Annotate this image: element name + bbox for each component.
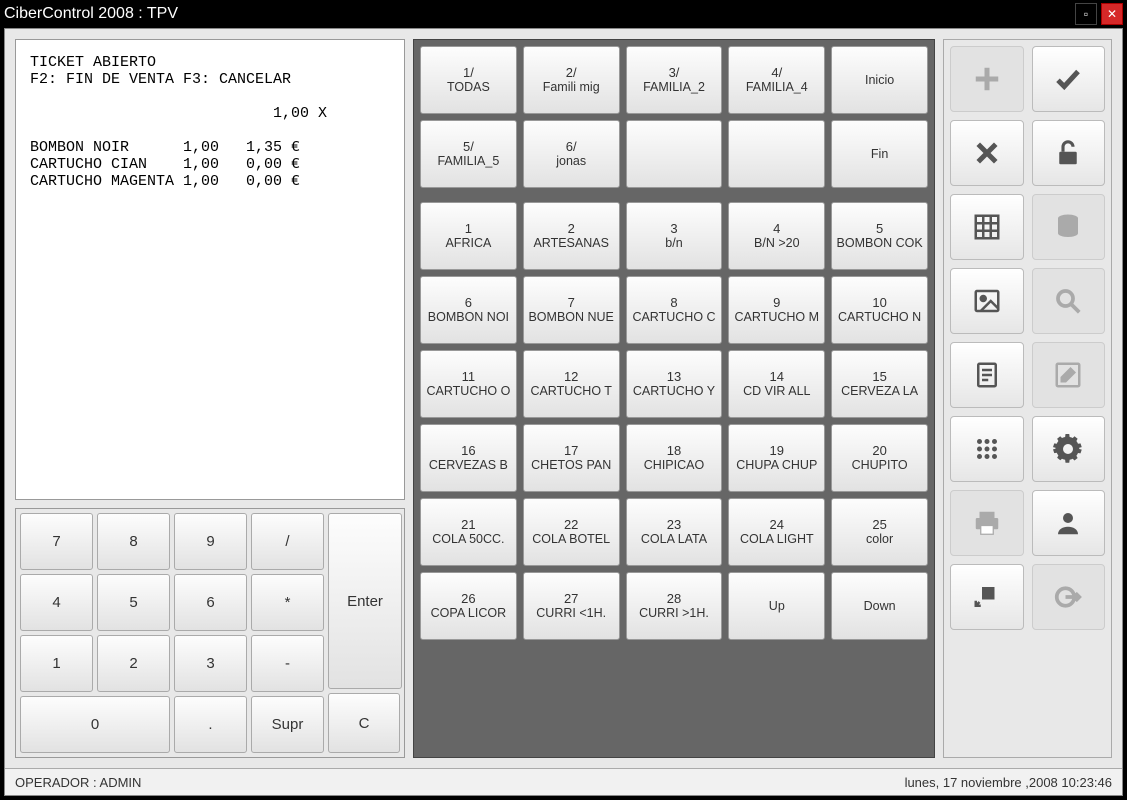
numpad-key-/[interactable]: / [251, 513, 324, 570]
fullscreen-icon[interactable] [950, 564, 1024, 630]
product-button-22[interactable]: 23COLA LATA [626, 498, 723, 566]
product-button-8[interactable]: 9CARTUCHO M [728, 276, 825, 344]
user-icon[interactable] [1032, 490, 1106, 556]
product-button-3[interactable]: 4B/N >20 [728, 202, 825, 270]
product-button-17[interactable]: 18CHIPICAO [626, 424, 723, 492]
numpad-key-4[interactable]: 4 [20, 574, 93, 631]
database-icon [1032, 194, 1106, 260]
product-button-6[interactable]: 7BOMBON NUE [523, 276, 620, 344]
product-button-14[interactable]: 15CERVEZA LA [831, 350, 928, 418]
exit-icon [1032, 564, 1106, 630]
numpad-key-0[interactable]: 0 [20, 696, 170, 753]
product-button-2[interactable]: 3b/n [626, 202, 723, 270]
numpad-key-9[interactable]: 9 [174, 513, 247, 570]
numpad-key-supr[interactable]: Supr [251, 696, 324, 753]
ticket-display: TICKET ABIERTO F2: FIN DE VENTA F3: CANC… [15, 39, 405, 500]
product-button-4[interactable]: 5BOMBON COK [831, 202, 928, 270]
family-button-3[interactable]: 4/FAMILIA_4 [728, 46, 825, 114]
numpad-key-2[interactable]: 2 [97, 635, 170, 692]
product-button-19[interactable]: 20CHUPITO [831, 424, 928, 492]
family-button-4[interactable]: Inicio [831, 46, 928, 114]
family-button-7[interactable] [626, 120, 723, 188]
numpad-key-c[interactable]: C [328, 693, 400, 753]
plus-icon [950, 46, 1024, 112]
numpad-key-7[interactable]: 7 [20, 513, 93, 570]
edit-icon [1032, 342, 1106, 408]
close-icon[interactable]: ✕ [1101, 3, 1123, 25]
product-button-12[interactable]: 13CARTUCHO Y [626, 350, 723, 418]
product-button-11[interactable]: 12CARTUCHO T [523, 350, 620, 418]
product-button-9[interactable]: 10CARTUCHO N [831, 276, 928, 344]
minimize-icon[interactable]: ▫ [1075, 3, 1097, 25]
family-button-0[interactable]: 1/TODAS [420, 46, 517, 114]
numpad-key-6[interactable]: 6 [174, 574, 247, 631]
window-titlebar: CiberControl 2008 : TPV ▫ ✕ [0, 0, 1127, 28]
document-icon[interactable] [950, 342, 1024, 408]
numpad-key-5[interactable]: 5 [97, 574, 170, 631]
product-button-0[interactable]: 1AFRICA [420, 202, 517, 270]
datetime-label: lunes, 17 noviembre ,2008 10:23:46 [905, 775, 1112, 790]
enter-button[interactable]: Enter [328, 513, 402, 689]
product-button-5[interactable]: 6BOMBON NOI [420, 276, 517, 344]
numpad-key-1[interactable]: 1 [20, 635, 93, 692]
numpad-key-dot[interactable]: . [174, 696, 247, 753]
search-icon [1032, 268, 1106, 334]
family-button-9[interactable]: Fin [831, 120, 928, 188]
family-button-1[interactable]: 2/Famili mig [523, 46, 620, 114]
product-button-18[interactable]: 19CHUPA CHUP [728, 424, 825, 492]
action-sidebar [943, 39, 1112, 758]
product-button-28[interactable]: Up [728, 572, 825, 640]
unlock-icon[interactable] [1032, 120, 1106, 186]
grid-icon[interactable] [950, 194, 1024, 260]
product-button-16[interactable]: 17CHETOS PAN [523, 424, 620, 492]
product-button-26[interactable]: 27CURRI <1H. [523, 572, 620, 640]
product-button-20[interactable]: 21COLA 50CC. [420, 498, 517, 566]
product-button-15[interactable]: 16CERVEZAS B [420, 424, 517, 492]
product-button-25[interactable]: 26COPA LICOR [420, 572, 517, 640]
printer-icon [950, 490, 1024, 556]
product-button-23[interactable]: 24COLA LIGHT [728, 498, 825, 566]
image-icon[interactable] [950, 268, 1024, 334]
window-title: CiberControl 2008 : TPV [4, 5, 178, 23]
product-button-1[interactable]: 2ARTESANAS [523, 202, 620, 270]
numpad: 789/ 456* 123- 0.Supr EnterC [15, 508, 405, 758]
product-button-24[interactable]: 25color [831, 498, 928, 566]
family-button-8[interactable] [728, 120, 825, 188]
product-area: 1/TODAS2/Famili mig3/FAMILIA_24/FAMILIA_… [413, 39, 935, 758]
family-button-5[interactable]: 5/FAMILIA_5 [420, 120, 517, 188]
family-button-2[interactable]: 3/FAMILIA_2 [626, 46, 723, 114]
product-button-7[interactable]: 8CARTUCHO C [626, 276, 723, 344]
family-button-6[interactable]: 6/jonas [523, 120, 620, 188]
product-button-29[interactable]: Down [831, 572, 928, 640]
numpad-key-*[interactable]: * [251, 574, 324, 631]
check-icon[interactable] [1032, 46, 1106, 112]
gear-icon[interactable] [1032, 416, 1106, 482]
keypad-icon[interactable] [950, 416, 1024, 482]
numpad-key-3[interactable]: 3 [174, 635, 247, 692]
numpad-key-8[interactable]: 8 [97, 513, 170, 570]
x-icon[interactable] [950, 120, 1024, 186]
product-button-10[interactable]: 11CARTUCHO O [420, 350, 517, 418]
product-button-21[interactable]: 22COLA BOTEL [523, 498, 620, 566]
product-button-13[interactable]: 14CD VIR ALL [728, 350, 825, 418]
operator-label: OPERADOR : ADMIN [15, 775, 141, 790]
product-button-27[interactable]: 28CURRI >1H. [626, 572, 723, 640]
numpad-key--[interactable]: - [251, 635, 324, 692]
status-bar: OPERADOR : ADMIN lunes, 17 noviembre ,20… [5, 768, 1122, 795]
